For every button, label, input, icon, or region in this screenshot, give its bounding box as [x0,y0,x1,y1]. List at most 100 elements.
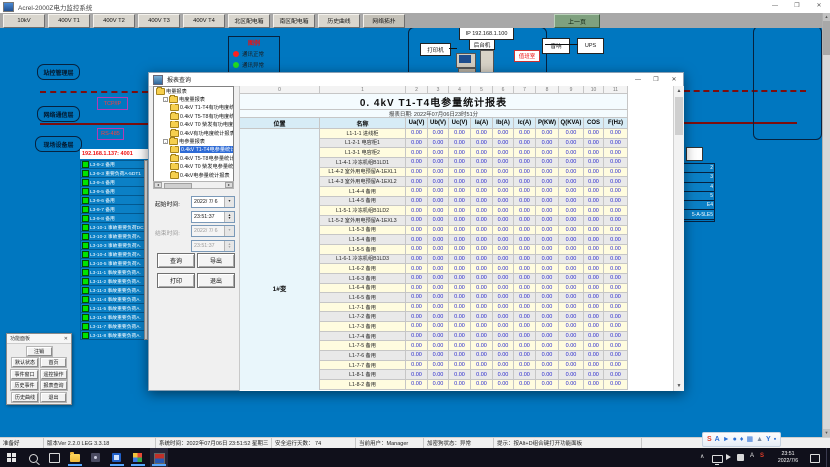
scroll-left-icon[interactable]: ◄ [154,182,162,188]
table-row[interactable]: L1-7-1 备用0.000.000.000.000.000.000.000.0… [320,303,628,313]
table-row[interactable]: L1-7-5 备用0.000.000.000.000.000.000.000.0… [320,341,628,351]
device-list-item[interactable]: L3-9-8 备用 [80,214,148,223]
table-row[interactable]: L1-4-3 室外用电预留A-1EXL20.000.000.000.000.00… [320,177,628,187]
input-toolbar-icon[interactable]: S [707,434,712,445]
sogou-tray-icon[interactable]: S [760,453,764,459]
dialog-button-2[interactable]: 导出 [197,253,235,268]
table-row[interactable]: L1-4-1 冷冻机组B1LD10.000.000.000.000.000.00… [320,158,628,168]
table-row[interactable]: L1-5-3 备用0.000.000.000.000.000.000.000.0… [320,226,628,236]
scroll-up-icon[interactable]: ▲ [823,13,830,21]
tab-4[interactable]: 400V T3 [138,14,180,28]
tree-scroll-thumb[interactable] [164,183,192,189]
file-explorer-icon[interactable] [70,454,80,462]
table-row[interactable]: L1-1-1 进线柜0.000.000.000.000.000.000.000.… [320,129,628,139]
device-list-item[interactable]: L3-11-6 事故重要负荷A. [80,313,148,322]
network-icon[interactable] [712,455,723,463]
panel-button-退出[interactable]: 退出 [41,393,66,402]
start-date-combo[interactable]: 2022/ 7/ 6 ▼ [191,196,235,208]
tree-node[interactable]: 0.4kV T0 柴发有功电度 [154,121,233,129]
scroll-up-icon[interactable]: ▲ [674,86,684,96]
device-list-item[interactable]: L3-11-1 事故重要负荷A. [80,268,148,277]
table-row[interactable]: L1-5-4 备用0.000.000.000.000.000.000.000.0… [320,235,628,245]
table-row[interactable]: L1-8-1 备用0.000.000.000.000.000.000.000.0… [320,370,628,380]
device-list-item[interactable]: L3-9-2 备用 [80,160,148,169]
device-list-item[interactable]: L3-10-2 事故重要负荷A. [80,232,148,241]
device-list-item[interactable]: L3-11-3 事故重要负荷A. [80,286,148,295]
blue-app-icon[interactable] [112,453,121,462]
device-list-item[interactable]: L3-10-1 事故重要负荷DCS.A [80,223,148,232]
dialog-titlebar[interactable]: 报表查询 — ❐ ✕ [149,73,683,87]
tree-node[interactable]: 电量报表 [154,87,233,95]
tree-node[interactable]: -电度量报表 [154,95,233,103]
scada-app-icon[interactable] [154,453,165,464]
panel-button-注销[interactable]: 注销 [27,347,52,356]
device-list-item[interactable]: L3-11-5 事故重要负荷A. [80,304,148,313]
tree-node[interactable]: 0.4kV T1-T4有功电度统 [154,104,233,112]
dialog-maximize-button[interactable]: ❐ [647,74,665,86]
device-list-item[interactable]: L3-10-3 事故重要负荷A. [80,241,148,250]
tree-node[interactable]: 0.4kV T5-T8电参量统计 [154,154,233,162]
task-view-icon[interactable] [49,453,60,463]
tab-9[interactable]: 网络拓扑 [363,14,405,28]
previous-page-button[interactable]: 上一页 [554,14,600,28]
tree-node[interactable]: 0.4kV有功电度统计报表 [154,129,233,137]
table-row[interactable]: L1-3-1 电容柜20.000.000.000.000.000.000.000… [320,148,628,158]
function-panel-close-icon[interactable]: ✕ [64,336,68,342]
panel-button-遥控操作[interactable]: 遥控操作 [41,370,67,379]
start-time-spinner[interactable]: 23:51:37 ▲▼ [191,211,235,223]
table-vertical-scrollbar[interactable]: ▲ ▼ [673,86,684,391]
table-row[interactable]: L1-2-1 电容柜10.000.000.000.000.000.000.000… [320,139,628,149]
table-scroll-thumb[interactable] [675,97,683,135]
scroll-down-icon[interactable]: ▼ [674,381,684,391]
window-close-button[interactable]: ✕ [808,0,830,13]
spin-down-icon[interactable]: ▼ [228,217,231,221]
tree-node[interactable]: 0.4kV电参量统计报表 [154,171,233,179]
device-list-item[interactable]: L3-9-3 重要负荷A-5DT1 [80,169,148,178]
tree-node[interactable]: 0.4kV T1-T4电参量统计 [154,146,233,154]
tree-expander-icon[interactable]: - [163,139,168,144]
dropdown-arrow-icon[interactable]: ▼ [224,197,234,207]
tab-1[interactable]: 10kV [3,14,45,28]
tab-6[interactable]: 北区配电箱 [228,14,270,28]
panel-button-首页[interactable]: 首页 [41,358,66,367]
input-toolbar-icon[interactable]: A [715,434,720,445]
panel-button-事件窗口[interactable]: 事件窗口 [11,370,37,379]
main-vertical-scrollbar[interactable]: ▲ ▼ [822,13,830,437]
table-row[interactable]: L1-5-5 备用0.000.000.000.000.000.000.000.0… [320,245,628,255]
start-button-icon[interactable] [7,453,16,462]
device-list-item[interactable]: L3-11-8 事故重要负荷A. [80,331,148,340]
tab-5[interactable]: 400V T4 [183,14,225,28]
ime-mode-icon[interactable] [737,454,744,461]
tray-chevron-icon[interactable]: ∧ [700,453,704,460]
show-desktop-button[interactable] [826,448,830,467]
window-minimize-button[interactable]: — [764,0,786,13]
tab-7[interactable]: 南区配电箱 [273,14,315,28]
panel-button-默认状态[interactable]: 默认状态 [12,358,38,367]
chat-app-icon[interactable] [91,453,100,462]
tree-node[interactable]: 0.4kV T0 柴发电参量统 [154,163,233,171]
tree-node[interactable]: -电参量报表 [154,137,233,145]
dialog-button-3[interactable]: 打印 [157,273,195,288]
device-list-item[interactable]: L3-9-6 备用 [80,196,148,205]
main-scroll-thumb[interactable] [823,21,830,55]
tree-horizontal-scrollbar[interactable]: ◄ ► [153,181,234,189]
table-row[interactable]: L1-8-2 备用0.000.000.000.000.000.000.000.0… [320,380,628,390]
device-list-item[interactable]: L3-9-4 备用 [80,178,148,187]
panel-button-历史事件[interactable]: 历史事件 [11,381,37,390]
device-list-item[interactable]: L3-9-7 备用 [80,205,148,214]
device-list-item[interactable]: L3-10-5 事故重要负荷A. [80,259,148,268]
input-toolbar-icon[interactable]: ▦ [746,434,753,445]
input-toolbar-icon[interactable]: ► [723,434,730,445]
taskbar-clock[interactable]: 23:51 2022/7/6 [768,449,808,466]
input-toolbar-icon[interactable]: Y [766,434,771,445]
tab-8[interactable]: 历史曲线 [318,14,360,28]
color-grid-app-icon[interactable] [133,453,142,462]
device-list-item[interactable]: L3-11-4 事故重要负荷A. [80,295,148,304]
table-row[interactable]: L1-6-1 冷冻机组B1LD30.000.000.000.000.000.00… [320,255,628,265]
device-list-item[interactable]: L3-10-4 事故重要负荷A. [80,250,148,259]
table-row[interactable]: L1-6-4 备用0.000.000.000.000.000.000.000.0… [320,284,628,294]
table-row[interactable]: L1-6-2 备用0.000.000.000.000.000.000.000.0… [320,264,628,274]
spinner-icons[interactable]: ▲▼ [224,212,234,222]
ime-letter-icon[interactable]: A [750,453,754,459]
dialog-button-4[interactable]: 退出 [197,273,235,288]
